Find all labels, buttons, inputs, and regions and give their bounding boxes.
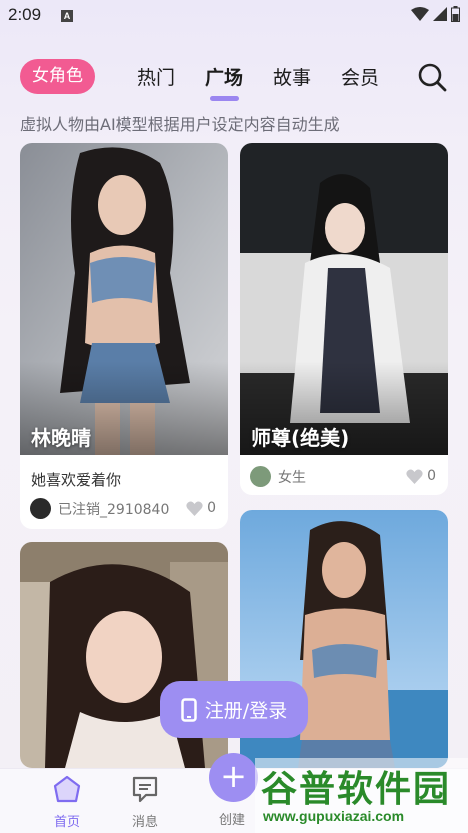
card-author: 女生 — [250, 466, 306, 487]
character-name: 林晚晴 — [31, 426, 91, 450]
heart-icon — [186, 501, 203, 516]
nav-create-label: 创建 — [219, 813, 246, 828]
character-card[interactable]: 林晚晴 她喜欢爱着你 已注销_2910840 0 — [20, 143, 228, 529]
author-name: 已注销_2910840 — [58, 501, 170, 518]
nav-home-label: 首页 — [53, 815, 80, 830]
main-tabs: 热门 广场 故事 会员 — [137, 63, 409, 90]
like-number: 0 — [427, 468, 436, 484]
search-icon[interactable] — [417, 62, 447, 92]
phone-icon — [181, 697, 197, 722]
plus-icon: + — [220, 757, 247, 795]
wifi-icon — [411, 7, 429, 21]
tab-plaza[interactable]: 广场 — [205, 63, 243, 90]
character-description: 她喜欢爱着你 — [31, 471, 122, 489]
create-button[interactable]: + — [209, 753, 258, 802]
character-card[interactable]: 师尊(绝美) 女生 0 — [240, 143, 448, 495]
like-number: 0 — [207, 500, 216, 516]
status-icons — [411, 6, 460, 22]
nav-messages-label: 消息 — [131, 815, 158, 830]
character-name: 师尊(绝美) — [251, 426, 350, 450]
tab-story[interactable]: 故事 — [273, 63, 311, 90]
page-subtitle: 虚拟人物由AI模型根据用户设定内容自动生成 — [20, 115, 340, 134]
watermark-url: www.gupuxiazai.com — [263, 808, 405, 824]
notification-icon: A — [61, 10, 73, 22]
status-bar: 2:09 A — [0, 0, 468, 32]
tab-member[interactable]: 会员 — [341, 63, 379, 90]
avatar — [250, 466, 271, 487]
home-icon — [53, 775, 81, 803]
author-name: 女生 — [278, 469, 306, 486]
like-count[interactable]: 0 — [186, 500, 216, 516]
watermark: 谷普软件园 www.gupuxiazai.com — [255, 758, 468, 833]
card-author: 已注销_2910840 — [30, 498, 169, 519]
character-image — [240, 143, 448, 455]
nav-home[interactable]: 首页 — [37, 774, 97, 830]
avatar — [30, 498, 51, 519]
register-login-label: 注册/登录 — [204, 700, 288, 722]
message-icon — [132, 776, 158, 803]
heart-icon — [406, 469, 423, 484]
tab-hot[interactable]: 热门 — [137, 63, 175, 90]
like-count[interactable]: 0 — [406, 468, 436, 484]
battery-icon — [451, 6, 460, 22]
status-time: 2:09 — [8, 5, 42, 24]
gender-filter-button[interactable]: 女角色 — [20, 59, 95, 94]
register-login-button[interactable]: 注册/登录 — [160, 681, 308, 738]
character-image — [20, 143, 228, 455]
signal-icon — [433, 7, 447, 21]
nav-messages[interactable]: 消息 — [115, 774, 175, 830]
watermark-title: 谷普软件园 — [261, 769, 452, 810]
active-tab-indicator — [210, 96, 239, 101]
